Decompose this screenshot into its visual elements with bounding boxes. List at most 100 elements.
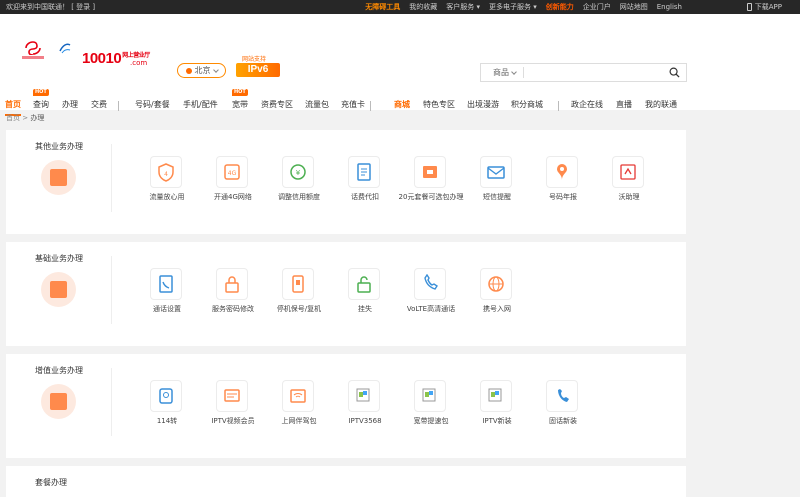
nav-item[interactable]: 手机/配件	[183, 96, 218, 114]
service-item[interactable]: 携号入网	[464, 268, 530, 318]
iptv-member-icon	[216, 380, 248, 412]
bill-icon	[348, 156, 380, 188]
search-category-select[interactable]: 商品	[493, 64, 517, 81]
nav-item[interactable]: 积分商城	[511, 96, 543, 114]
search-divider	[523, 67, 524, 78]
top-link[interactable]: English	[657, 0, 682, 14]
globe-icon	[480, 268, 512, 300]
service-item[interactable]: 宽带提速包	[398, 380, 464, 430]
lock-icon	[216, 268, 248, 300]
nav-item[interactable]: 宽带 HOT	[232, 89, 248, 114]
top-link[interactable]: 网站地图	[620, 0, 648, 14]
download-app-link[interactable]: 下载APP	[746, 0, 782, 14]
top-link[interactable]: 企业门户	[583, 0, 611, 14]
top-link[interactable]: 无障碍工具	[365, 0, 400, 14]
service-label: 调整信用额度	[278, 193, 320, 201]
top-link[interactable]: 创新能力	[546, 0, 574, 14]
nav-item-label: 政企在线	[571, 100, 603, 109]
location-pin-icon	[185, 67, 192, 74]
svg-text:¥: ¥	[296, 169, 301, 177]
service-item[interactable]: 上网伴驾包	[266, 380, 332, 430]
service-item[interactable]: IPTV新装	[464, 380, 530, 430]
top-link[interactable]: 更多电子服务 ▾	[489, 0, 537, 14]
service-label: 短信提醒	[483, 193, 511, 201]
logo-com: .com	[130, 59, 148, 67]
service-item[interactable]: 停机保号/复机	[266, 268, 332, 318]
nav-item-label: 积分商城	[511, 100, 543, 109]
olympic-emblem-icon	[59, 43, 71, 54]
service-label: IPTV新装	[482, 417, 512, 425]
service-item[interactable]: 4G 开通4G网络	[200, 156, 266, 206]
chevron-down-icon	[511, 68, 517, 75]
service-label: 通话设置	[153, 305, 181, 313]
service-section: 基础业务办理 通话设置 服务密码修改 停机保号/复机 挂失 VoLTE高清通话 …	[6, 242, 686, 346]
nav-item-label: 宽带	[232, 100, 248, 109]
hot-badge: HOT	[232, 89, 248, 96]
sms-icon	[480, 156, 512, 188]
nav-item[interactable]: 我的联通	[645, 96, 677, 114]
service-item[interactable]: ¥ 调整信用额度	[266, 156, 332, 206]
service-item[interactable]: IPTV3568	[332, 380, 398, 430]
service-item[interactable]: VoLTE高清通话	[398, 268, 464, 318]
phone-icon	[282, 268, 314, 300]
mobile-icon	[746, 3, 752, 11]
section-divider	[111, 256, 112, 324]
nav-item-label: 直播	[616, 100, 632, 109]
service-section: 套餐办理	[6, 466, 686, 497]
city-selector[interactable]: 北京	[177, 63, 226, 78]
city-label: 北京	[194, 66, 211, 75]
service-item[interactable]: 沃助理	[596, 156, 662, 206]
breadcrumb-home[interactable]: 首页	[6, 114, 20, 122]
call-setting-icon	[150, 268, 182, 300]
nav-item[interactable]: 流量包	[305, 96, 329, 114]
top-link[interactable]: 我的收藏	[409, 0, 437, 14]
search-icon[interactable]	[669, 67, 680, 78]
nav-item-label: 流量包	[305, 100, 329, 109]
service-item[interactable]: 挂失	[332, 268, 398, 318]
header: 10010网上营业厅 .com 北京 网站支持 IPv6 商品 首页 查询 HOT 办…	[0, 14, 800, 116]
unlock-icon	[348, 268, 380, 300]
114-icon	[150, 380, 182, 412]
nav-item[interactable]: 号码/套餐	[135, 96, 170, 114]
welcome-login[interactable]: 欢迎来到中国联通！ [ 登录 ]	[6, 0, 95, 14]
section-category-icon	[41, 384, 76, 419]
service-item[interactable]: 114转	[134, 380, 200, 430]
service-label: IPTV视频会员	[211, 417, 255, 425]
search-bar[interactable]: 商品	[480, 63, 687, 82]
nav-item-label: 手机/配件	[183, 100, 218, 109]
service-item[interactable]: 固话新装	[530, 380, 596, 430]
nav-item[interactable]: 交费	[91, 96, 107, 114]
service-label: 20元套餐可选包办理	[398, 193, 464, 201]
service-item[interactable]: 话费代扣	[332, 156, 398, 206]
service-item[interactable]: 服务密码修改	[200, 268, 266, 318]
service-item[interactable]: 号码年报	[530, 156, 596, 206]
nav-item[interactable]: 充值卡	[341, 96, 365, 114]
nav-item[interactable]: 政企在线	[571, 96, 603, 114]
service-label: IPTV3568	[348, 417, 382, 425]
nav-item[interactable]: 查询 HOT	[33, 89, 49, 114]
service-item[interactable]: 20元套餐可选包办理	[398, 156, 464, 206]
svg-text:4: 4	[164, 171, 168, 178]
service-label: 宽带提速包	[413, 417, 449, 425]
nav-item-label: 特色专区	[423, 100, 455, 109]
service-item[interactable]: 4 流量放心用	[134, 156, 200, 206]
nav-item[interactable]: 直播	[616, 96, 632, 114]
nav-item[interactable]: 出境漫游	[467, 96, 499, 114]
service-item[interactable]: IPTV视频会员	[200, 380, 266, 430]
service-item[interactable]: 短信提醒	[464, 156, 530, 206]
logo[interactable]: 10010网上营业厅 .com	[22, 41, 152, 81]
section-divider	[111, 144, 112, 212]
breadcrumb-sep: >	[20, 114, 31, 122]
service-label: 号码年报	[549, 193, 577, 201]
nav-item[interactable]: 资费专区	[261, 96, 293, 114]
nav-item-label: 资费专区	[261, 100, 293, 109]
broken-image-icon	[414, 380, 446, 412]
volte-icon	[414, 268, 446, 300]
nav-item-label: 交费	[91, 100, 107, 109]
service-item[interactable]: 通话设置	[134, 268, 200, 318]
nav-item[interactable]: 特色专区	[423, 96, 455, 114]
nav-item[interactable]: 办理	[62, 96, 78, 114]
nav-item[interactable]: 商城	[394, 96, 410, 114]
nav-separator	[118, 101, 119, 111]
top-link[interactable]: 客户服务 ▾	[446, 0, 480, 14]
